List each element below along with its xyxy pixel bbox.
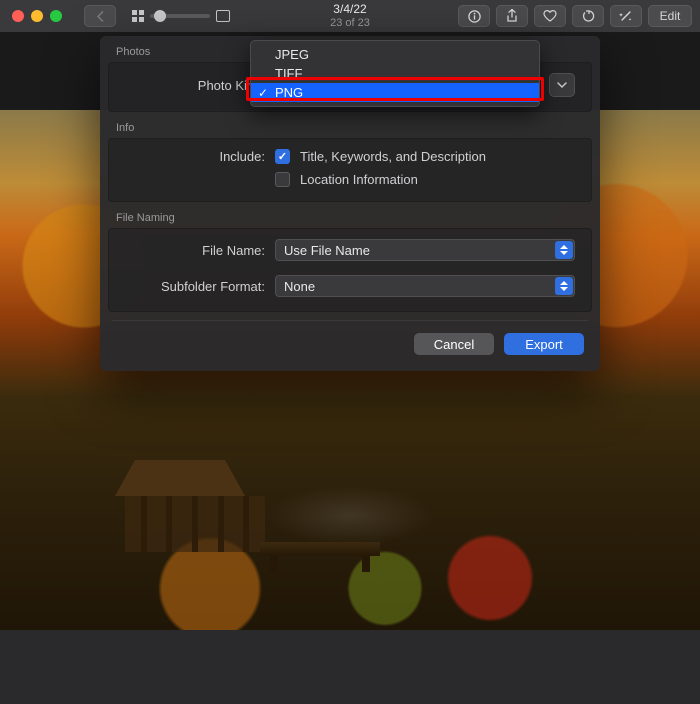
photo-kind-menu: JPEG TIFF PNG [250, 40, 540, 107]
info-button[interactable] [458, 5, 490, 27]
include-location-checkbox[interactable] [275, 172, 290, 187]
subfolder-value: None [284, 279, 315, 294]
title-center: 3/4/22 23 of 23 [330, 3, 370, 28]
info-icon [468, 10, 481, 23]
zoom-window-button[interactable] [50, 10, 62, 22]
menu-item-tiff[interactable]: TIFF [251, 64, 539, 83]
back-button[interactable] [84, 5, 116, 27]
chevron-down-icon [557, 82, 567, 89]
share-icon [506, 9, 518, 23]
subfolder-popup[interactable]: None [275, 275, 575, 297]
window-controls [8, 10, 62, 22]
export-button[interactable]: Export [504, 333, 584, 355]
share-button[interactable] [496, 5, 528, 27]
window-titlebar: 3/4/22 23 of 23 Edit [0, 0, 700, 32]
rotate-icon [582, 10, 595, 23]
dock-illustration [260, 542, 380, 556]
stepper-icon [555, 241, 573, 259]
include-title-text: Title, Keywords, and Description [300, 149, 486, 164]
expand-options-button[interactable] [549, 73, 575, 97]
file-name-value: Use File Name [284, 243, 370, 258]
button-row: Cancel Export [100, 321, 600, 365]
single-photo-icon[interactable] [216, 10, 230, 22]
auto-enhance-button[interactable] [610, 5, 642, 27]
photo-counter: 23 of 23 [330, 17, 370, 29]
bottom-bar [0, 630, 700, 704]
cancel-button[interactable]: Cancel [414, 333, 494, 355]
favorite-button[interactable] [534, 5, 566, 27]
grid-icon[interactable] [132, 10, 144, 22]
info-group: Include: Title, Keywords, and Descriptio… [108, 138, 592, 202]
section-filenaming-label: File Naming [100, 202, 600, 228]
photo-date: 3/4/22 [330, 3, 370, 16]
include-label: Include: [125, 149, 265, 164]
menu-item-jpeg[interactable]: JPEG [251, 45, 539, 64]
chevron-left-icon [96, 11, 105, 22]
close-window-button[interactable] [12, 10, 24, 22]
file-name-label: File Name: [125, 243, 265, 258]
rotate-button[interactable] [572, 5, 604, 27]
section-info-label: Info [100, 112, 600, 138]
file-name-popup[interactable]: Use File Name [275, 239, 575, 261]
stepper-icon [555, 277, 573, 295]
heart-icon [543, 10, 557, 22]
minimize-window-button[interactable] [31, 10, 43, 22]
include-title-checkbox[interactable] [275, 149, 290, 164]
filenaming-group: File Name: Use File Name Subfolder Forma… [108, 228, 592, 312]
wand-icon [619, 10, 633, 23]
subfolder-label: Subfolder Format: [125, 279, 265, 294]
menu-item-png[interactable]: PNG [251, 83, 539, 102]
edit-button[interactable]: Edit [648, 5, 692, 27]
photo-kind-label: Photo Kind: [125, 78, 265, 93]
include-location-text: Location Information [300, 172, 418, 187]
zoom-slider[interactable] [150, 14, 210, 18]
